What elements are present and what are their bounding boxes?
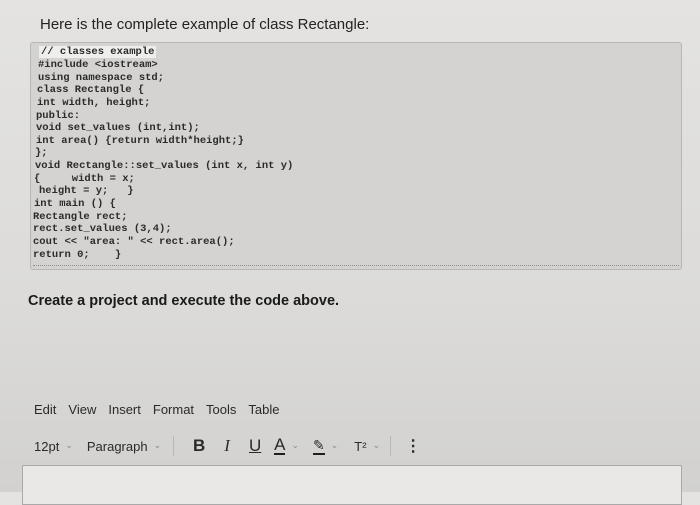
menu-view[interactable]: View (68, 402, 96, 417)
code-line: cout << "area: " << rect.area(); (33, 236, 235, 248)
editor-toolbar: 12pt ⌄ Paragraph ⌄ B I U A ⌄ ✎ ⌄ T² ⌄ ⋮ (34, 435, 421, 456)
chevron-down-icon: ⌄ (291, 439, 300, 450)
paragraph-select[interactable]: Paragraph ⌄ (87, 439, 161, 454)
text-color-picker[interactable]: A ⌄ (274, 435, 300, 455)
intro-text: Here is the complete example of class Re… (40, 16, 370, 33)
italic-button[interactable]: I (218, 436, 236, 456)
code-line: int area() {return width*height;} (36, 135, 244, 147)
menu-format[interactable]: Format (153, 402, 194, 417)
chevron-down-icon: ⌄ (372, 439, 381, 450)
font-size-value: 12pt (34, 438, 60, 454)
code-line: int width, height; (37, 97, 151, 109)
menu-tools[interactable]: Tools (206, 402, 236, 417)
code-line: void Rectangle::set_values (int x, int y… (35, 160, 294, 172)
code-line: #include <iostream> (38, 59, 158, 71)
bold-button[interactable]: B (188, 436, 210, 456)
menu-insert[interactable]: Insert (108, 402, 141, 417)
menu-edit[interactable]: Edit (34, 402, 56, 417)
chevron-down-icon: ⌄ (330, 439, 339, 450)
underline-button[interactable]: U (246, 436, 264, 456)
editor-menubar: Edit View Insert Format Tools Table (34, 402, 279, 417)
code-line: { width = x; (34, 173, 135, 185)
superscript-picker[interactable]: T² ⌄ (354, 439, 380, 454)
code-line: rect.set_values (3,4); (33, 223, 172, 235)
code-line: Rectangle rect; (33, 211, 128, 223)
code-line: using namespace std; (38, 72, 165, 84)
superscript-icon: T² (354, 438, 367, 454)
menu-table[interactable]: Table (248, 402, 279, 417)
rich-text-editor-area[interactable] (22, 465, 682, 505)
chevron-down-icon: ⌄ (65, 439, 73, 450)
code-line: public: (36, 110, 81, 122)
code-line: }; (35, 147, 48, 159)
code-bottom-divider (33, 265, 679, 266)
code-line: height = y; } (39, 185, 134, 197)
highlight-picker[interactable]: ✎ ⌄ (313, 436, 339, 455)
toolbar-divider (390, 436, 392, 456)
code-line: void set_values (int,int); (36, 122, 200, 134)
text-color-icon: A (274, 435, 286, 455)
code-block: // classes example #include <iostream> u… (30, 42, 682, 270)
task-instruction: Create a project and execute the code ab… (28, 293, 340, 309)
font-size-select[interactable]: 12pt ⌄ (34, 439, 73, 454)
code-lines: // classes example #include <iostream> u… (31, 43, 681, 269)
code-line: class Rectangle { (37, 84, 145, 96)
code-line: // classes example (39, 46, 157, 58)
toolbar-divider (173, 436, 175, 456)
chevron-down-icon: ⌄ (153, 439, 162, 450)
highlight-icon: ✎ (313, 436, 325, 455)
paragraph-value: Paragraph (86, 438, 148, 454)
more-options-icon[interactable]: ⋮ (405, 436, 421, 456)
code-line: int main () { (34, 198, 116, 210)
code-line: return 0; } (33, 249, 122, 261)
